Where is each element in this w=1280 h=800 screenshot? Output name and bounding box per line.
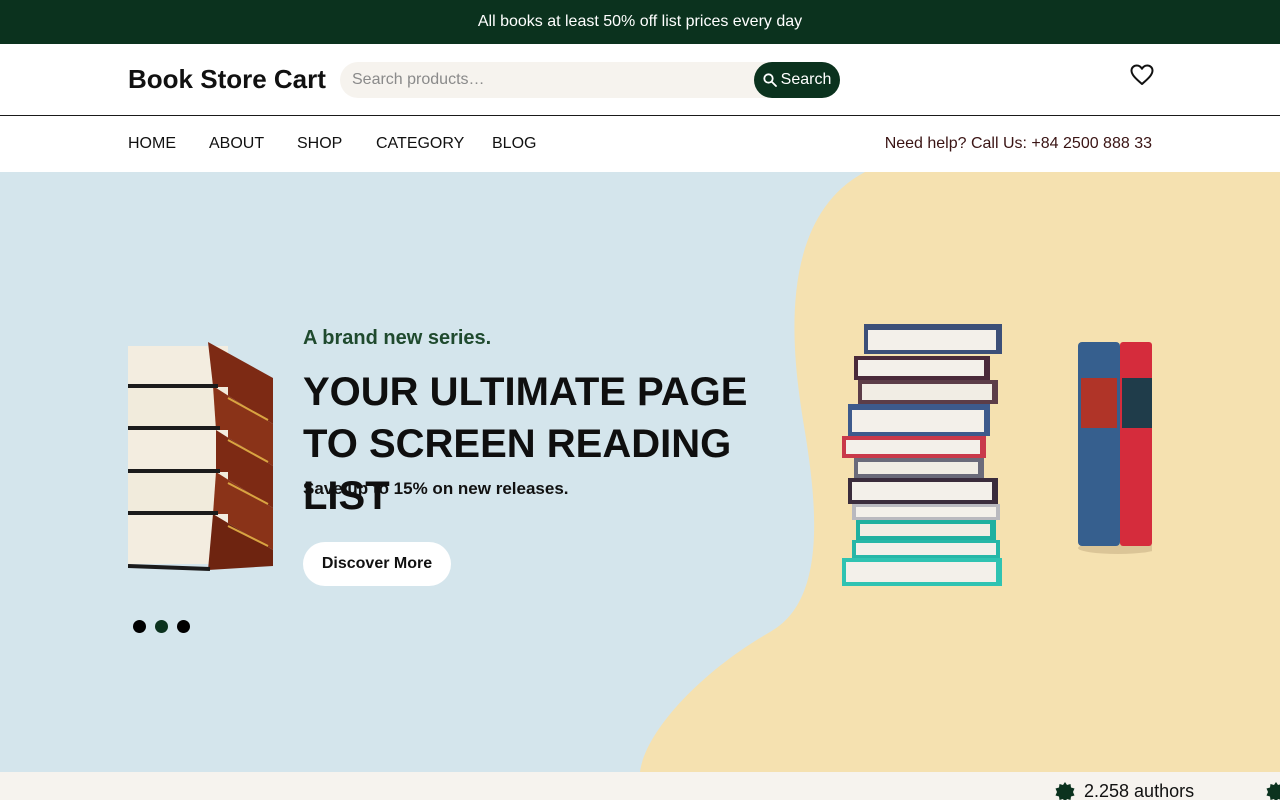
search-bar: Search xyxy=(340,62,840,98)
hero-subtitle: A brand new series. xyxy=(303,327,492,349)
nav-item-blog[interactable]: BLOG xyxy=(492,135,536,153)
nav-item-home[interactable]: HOME xyxy=(128,135,176,153)
promo-text: All books at least 50% off list prices e… xyxy=(477,13,803,30)
badge-icon xyxy=(1055,782,1075,800)
hero-banner: A brand new series. YOUR ULTIMATE PAGE T… xyxy=(0,172,1280,772)
nav-item-about[interactable]: ABOUT xyxy=(209,135,264,153)
help-contact: Need help? Call Us: +84 2500 888 33 xyxy=(884,135,1152,152)
search-button[interactable]: Search xyxy=(754,62,840,98)
promo-bar: All books at least 50% off list prices e… xyxy=(0,0,1280,44)
heart-icon[interactable] xyxy=(1130,64,1154,86)
slider-dot-3[interactable] xyxy=(177,620,190,633)
site-logo[interactable]: Book Store Cart xyxy=(128,64,326,95)
slider-dot-1[interactable] xyxy=(133,620,146,633)
badge-icon xyxy=(1266,782,1280,800)
search-button-label: Search xyxy=(780,71,832,88)
search-input[interactable] xyxy=(340,62,760,98)
books-standing-image xyxy=(1078,342,1152,554)
slider-dot-2-active[interactable] xyxy=(155,620,168,633)
book-stack-center-image xyxy=(842,324,1002,586)
search-icon xyxy=(763,73,777,87)
nav-item-shop[interactable]: SHOP xyxy=(297,135,342,153)
nav-item-category[interactable]: CATEGORY xyxy=(376,135,464,153)
authors-count: 2.258 authors xyxy=(1084,781,1195,800)
site-header: Book Store Cart Search xyxy=(0,44,1280,116)
discover-more-button[interactable]: Discover More xyxy=(303,542,451,586)
stats-strip: 2.258 authors xyxy=(0,772,1280,800)
hero-description: Save up to 15% on new releases. xyxy=(303,479,569,498)
main-nav: HOME ABOUT SHOP CATEGORY BLOG Need help?… xyxy=(0,116,1280,172)
book-stack-left-image xyxy=(128,342,273,571)
